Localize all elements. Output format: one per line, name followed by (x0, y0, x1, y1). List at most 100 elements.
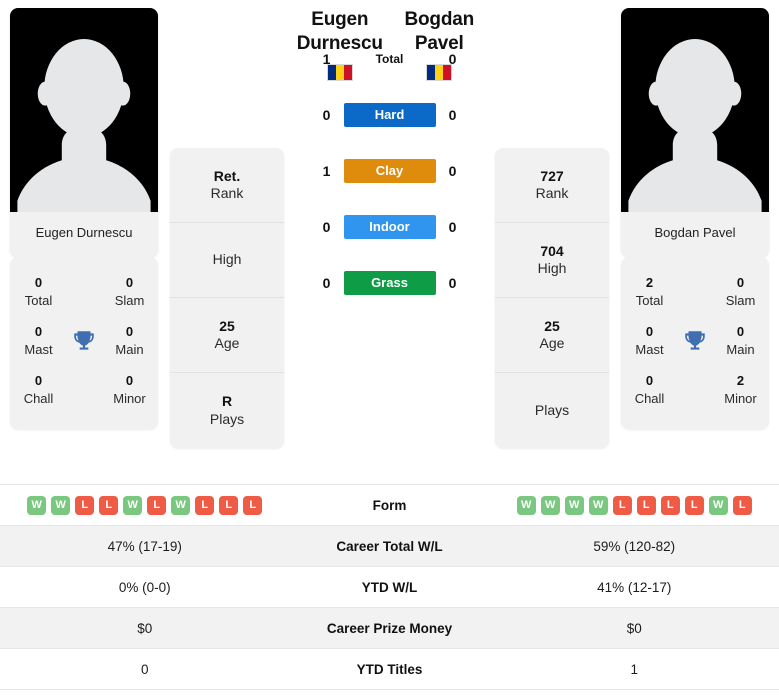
h2h-left-score-total: 1 (322, 50, 331, 67)
form-badge-win[interactable]: W (540, 495, 560, 515)
form-badge-loss[interactable]: L (243, 495, 263, 515)
left-player-first-name: Eugen (311, 9, 369, 30)
h2h-left-score-indoor: 0 (322, 218, 331, 235)
left-titles-mast: 0 Mast (16, 316, 61, 365)
right-titles-main: 0 Main (718, 316, 763, 365)
left-plays-label: Plays (209, 410, 245, 427)
form-badge-loss[interactable]: L (75, 495, 95, 515)
h2h-row-indoor: 0 Indoor 0 (302, 205, 477, 249)
head-to-head-rows: 1 Total 0 0 Hard 0 1 Clay 0 0 Indoor 0 0 Grass 0 (290, 37, 489, 305)
left-player-avatar-card[interactable]: Eugen Durnescu (10, 8, 158, 257)
left-info-age: 25 Age (170, 298, 284, 373)
left-high-label: High (212, 251, 242, 268)
left-titles-total: 0 Total (16, 267, 61, 316)
h2h-surface-badge-total: Total (375, 51, 404, 66)
right-titles-mast: 0 Mast (627, 316, 672, 365)
left-titles-chall-label: Chall (23, 390, 54, 406)
h2h-right-score-total: 0 (448, 50, 457, 67)
form-badge-loss[interactable]: L (612, 495, 632, 515)
right-titles-slam-label: Slam (725, 292, 756, 308)
h2h-row-hard: 0 Hard 0 (302, 93, 477, 137)
form-badge-win[interactable]: W (123, 495, 143, 515)
right-titles-chall: 0 Chall (627, 365, 672, 414)
right-titles-chall-label: Chall (634, 390, 665, 406)
right-titles-main-value: 0 (736, 324, 745, 340)
form-badge-loss[interactable]: L (732, 495, 752, 515)
h2h-surface-badge-grass: Grass (343, 270, 436, 295)
form-badge-loss[interactable]: L (636, 495, 656, 515)
left-player-photo (10, 8, 158, 212)
right-age-label: Age (539, 335, 565, 351)
h2h-right-score-indoor: 0 (448, 218, 457, 235)
right-titles-mast-value: 0 (645, 324, 654, 340)
table-row: 0% (0-0) YTD W/L 41% (12-17) (0, 567, 779, 608)
right-titles-slam-value: 0 (736, 275, 745, 290)
left-titles-minor: 0 Minor (107, 365, 152, 414)
table-row: 0 YTD Titles 1 (0, 649, 779, 690)
form-badge-win[interactable]: W (588, 495, 608, 515)
right-player-column: Bogdan Pavel 2 Total 0 Slam 0 Mast 0 Mai… (611, 8, 779, 429)
right-info-age: 25 Age (495, 298, 609, 373)
stat-label-cell: YTD Titles (356, 661, 423, 677)
left-value-cell: $0 (137, 620, 153, 636)
h2h-surface-badge-clay: Clay (343, 158, 436, 183)
right-player-first-name: Bogdan (404, 9, 474, 30)
trophy-icon (61, 328, 107, 354)
right-rank-value: 727 (540, 167, 564, 184)
form-badge-win[interactable]: W (51, 495, 71, 515)
left-age-label: Age (214, 335, 240, 351)
left-form-strip: WWLLWLWLLL (8, 495, 282, 515)
form-badge-win[interactable]: W (27, 495, 47, 515)
right-high-value: 704 (540, 242, 564, 259)
left-titles-main: 0 Main (107, 316, 152, 365)
right-info-high: 704 High (495, 223, 609, 298)
right-player-photo-caption: Bogdan Pavel (621, 212, 769, 257)
stat-label-cell: Career Prize Money (326, 620, 453, 636)
table-row: $0 Career Prize Money $0 (0, 608, 779, 649)
left-titles-minor-label: Minor (113, 390, 146, 406)
left-titles-mast-value: 0 (34, 324, 43, 340)
left-value-cell: 47% (17-19) (107, 538, 182, 554)
right-titles-total: 2 Total (627, 267, 672, 316)
h2h-left-score-grass: 0 (322, 274, 331, 291)
form-badge-loss[interactable]: L (147, 495, 167, 515)
form-badge-loss[interactable]: L (195, 495, 215, 515)
right-titles-minor: 2 Minor (718, 365, 763, 414)
left-value-cell: 0% (0-0) (118, 579, 171, 595)
table-row: W W L L W L W L L L Form W W W W L L L L W L (0, 485, 779, 526)
form-badge-loss[interactable]: L (219, 495, 239, 515)
right-titles-minor-value: 2 (736, 373, 745, 389)
form-badge-loss[interactable]: L (660, 495, 680, 515)
left-titles-total-value: 0 (34, 275, 43, 290)
stat-label-cell: Career Total W/L (336, 538, 443, 554)
left-titles-main-value: 0 (125, 324, 134, 340)
form-badge-win[interactable]: W (171, 495, 191, 515)
right-value-cell: 59% (120-82) (593, 538, 676, 554)
right-titles-main-label: Main (726, 341, 755, 357)
form-badge-win[interactable]: W (564, 495, 584, 515)
stat-label-cell: YTD W/L (361, 579, 418, 595)
left-age-value: 25 (219, 317, 235, 334)
left-rank-label: Rank (210, 185, 244, 201)
left-plays-value: R (221, 393, 233, 409)
form-badge-loss[interactable]: L (684, 495, 704, 515)
left-player-titles-card: 0 Total 0 Slam 0 Mast 0 Main 0 Chall 0 M… (10, 257, 158, 429)
form-badge-loss[interactable]: L (99, 495, 119, 515)
right-titles-chall-value: 0 (645, 373, 654, 389)
left-player-info-column: Ret. Rank High 25 Age R Plays (168, 8, 286, 448)
right-value-cell: WWWWLLLLWL (490, 495, 779, 515)
stat-label-cell: Form (372, 497, 407, 513)
left-titles-total-label: Total (24, 292, 53, 308)
left-titles-minor-value: 0 (125, 373, 134, 389)
form-badge-win[interactable]: W (708, 495, 728, 515)
right-player-info-column: 727 Rank 704 High 25 Age Plays (493, 8, 611, 448)
left-player-info-card: Ret. Rank High 25 Age R Plays (170, 148, 284, 448)
trophy-icon (672, 328, 718, 354)
h2h-row-total: 1 Total 0 (302, 37, 477, 81)
right-value-cell: 41% (12-17) (597, 579, 672, 595)
form-badge-win[interactable]: W (516, 495, 536, 515)
h2h-row-grass: 0 Grass 0 (302, 261, 477, 305)
right-player-avatar-card[interactable]: Bogdan Pavel (621, 8, 769, 257)
right-info-rank: 727 Rank (495, 148, 609, 223)
right-titles-total-value: 2 (645, 275, 654, 290)
